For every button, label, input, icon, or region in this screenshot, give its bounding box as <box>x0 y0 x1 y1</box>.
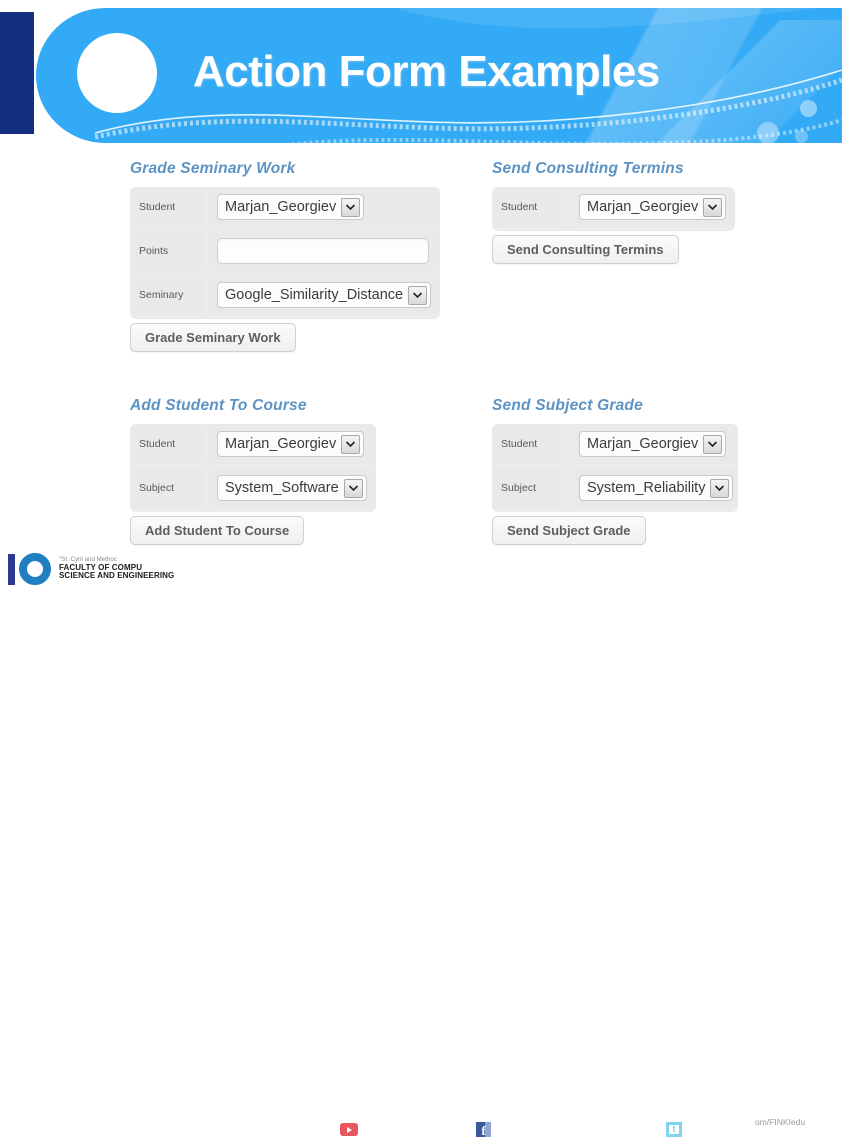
form-row-student: Student Marjan_Georgiev <box>492 424 738 464</box>
chevron-down-icon[interactable] <box>341 434 361 454</box>
field-label: Student <box>492 424 566 464</box>
add-student-to-course-button[interactable]: Add Student To Course <box>130 516 305 545</box>
field-label: Student <box>130 424 204 464</box>
form-panel: Student Marjan_Georgiev <box>492 187 736 231</box>
points-input[interactable] <box>217 238 429 264</box>
form-send-subject-grade: Send Subject Grade Student Marjan_Georgi… <box>492 397 738 545</box>
field-label: Student <box>492 187 566 227</box>
chevron-down-icon[interactable] <box>710 478 730 498</box>
field-control: Marjan_Georgiev <box>208 187 440 227</box>
field-label: Subject <box>130 468 204 508</box>
slide-content-area: Grade Seminary Work Student Marjan_Georg… <box>0 150 842 595</box>
form-title: Add Student To Course <box>130 397 307 414</box>
send-consulting-termins-button[interactable]: Send Consulting Termins <box>492 235 679 264</box>
logo-line-3: SCIENCE AND ENGINEERING <box>59 571 175 581</box>
chevron-down-icon[interactable] <box>408 285 428 305</box>
youtube-icon[interactable] <box>340 1123 358 1136</box>
logo-ring-icon <box>19 553 51 585</box>
field-label: Subject <box>492 468 566 508</box>
grade-seminary-work-button[interactable]: Grade Seminary Work <box>130 323 296 352</box>
form-row-subject: Subject System_Software <box>130 468 376 508</box>
form-panel: Student Marjan_Georgiev Points Seminary … <box>130 187 440 319</box>
student-select-value: Marjan_Georgiev <box>587 199 699 215</box>
facebook-glyph: f <box>481 1123 486 1138</box>
banner-bubble-1 <box>800 100 817 117</box>
slide-footer: "St. Cyril and Methoc FACULTY OF COMPU S… <box>0 545 842 1137</box>
form-row-student: Student Marjan_Georgiev <box>130 424 376 464</box>
footer-url-text: om/FINKIedu <box>755 1117 806 1127</box>
field-label: Seminary <box>130 275 204 315</box>
field-control: Google_Similarity_Distance <box>208 275 440 315</box>
field-control <box>208 231 440 271</box>
subject-select-value: System_Software <box>225 480 339 496</box>
form-title: Grade Seminary Work <box>130 160 296 177</box>
form-grade-seminary-work: Grade Seminary Work Student Marjan_Georg… <box>130 160 440 352</box>
subject-select[interactable]: System_Software <box>217 475 367 501</box>
logo-text-block: "St. Cyril and Methoc FACULTY OF COMPU S… <box>59 556 175 582</box>
student-select[interactable]: Marjan_Georgiev <box>579 431 727 457</box>
student-select-value: Marjan_Georgiev <box>225 199 337 215</box>
field-label: Student <box>130 187 204 227</box>
form-row-subject: Subject System_Reliability <box>492 468 738 508</box>
form-add-student-to-course: Add Student To Course Student Marjan_Geo… <box>130 397 376 545</box>
student-select[interactable]: Marjan_Georgiev <box>579 194 727 220</box>
facebook-icon[interactable]: f <box>476 1122 491 1137</box>
twitter-icon[interactable]: t <box>666 1122 682 1137</box>
subject-select[interactable]: System_Reliability <box>579 475 734 501</box>
chevron-down-icon[interactable] <box>343 478 363 498</box>
form-title: Send Subject Grade <box>492 397 643 414</box>
form-send-consulting-termins: Send Consulting Termins Student Marjan_G… <box>492 160 736 264</box>
field-control: Marjan_Georgiev <box>208 424 376 464</box>
field-control: Marjan_Georgiev <box>570 424 738 464</box>
chevron-down-icon[interactable] <box>703 434 723 454</box>
student-select-value: Marjan_Georgiev <box>225 436 337 452</box>
send-subject-grade-button[interactable]: Send Subject Grade <box>492 516 646 545</box>
logo-bar-icon <box>8 553 15 585</box>
university-logo: "St. Cyril and Methoc FACULTY OF COMPU S… <box>8 553 174 585</box>
form-row-student: Student Marjan_Georgiev <box>492 187 736 227</box>
chevron-down-icon[interactable] <box>703 197 723 217</box>
seminary-select-value: Google_Similarity_Distance <box>225 287 404 303</box>
twitter-glyph: t <box>672 1124 676 1134</box>
banner-bubble-3 <box>795 130 808 143</box>
slide-title: Action Form Examples <box>193 47 660 96</box>
form-panel: Student Marjan_Georgiev Subject System_R… <box>492 424 738 512</box>
form-row-points: Points <box>130 231 440 271</box>
form-panel: Student Marjan_Georgiev Subject System_S… <box>130 424 376 512</box>
banner-white-circle <box>77 33 157 113</box>
form-row-student: Student Marjan_Georgiev <box>130 187 440 227</box>
student-select-value: Marjan_Georgiev <box>587 436 699 452</box>
slide-header-banner: Action Form Examples <box>0 0 842 150</box>
student-select[interactable]: Marjan_Georgiev <box>217 431 365 457</box>
chevron-down-icon[interactable] <box>341 197 361 217</box>
form-row-seminary: Seminary Google_Similarity_Distance <box>130 275 440 315</box>
form-title: Send Consulting Termins <box>492 160 684 177</box>
seminary-select[interactable]: Google_Similarity_Distance <box>217 282 432 308</box>
field-label: Points <box>130 231 204 271</box>
banner-bubble-2 <box>757 122 779 144</box>
field-control: System_Reliability <box>570 468 738 508</box>
subject-select-value: System_Reliability <box>587 480 706 496</box>
field-control: System_Software <box>208 468 376 508</box>
field-control: Marjan_Georgiev <box>570 187 736 227</box>
student-select[interactable]: Marjan_Georgiev <box>217 194 365 220</box>
